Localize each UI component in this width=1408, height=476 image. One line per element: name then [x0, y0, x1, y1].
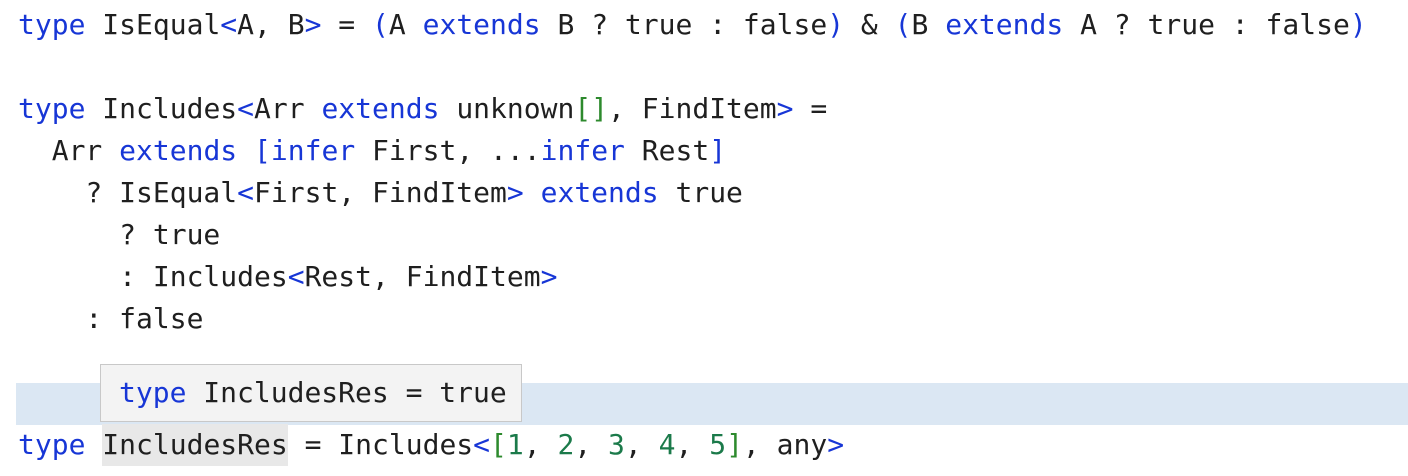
bracket-open: [ — [254, 134, 271, 167]
comma: , — [624, 428, 659, 461]
paren-open: ( — [894, 8, 912, 41]
keyword-type: type — [18, 92, 86, 125]
angle-bracket-open: < — [237, 176, 255, 209]
conditional-tail: A ? true : false — [1063, 8, 1350, 41]
identifier: : Includes — [18, 260, 288, 293]
bracket-close: ] — [726, 428, 743, 461]
keyword-infer: infer — [540, 134, 625, 167]
type-params: A, B — [237, 8, 305, 41]
type-param: , FindItem — [608, 92, 777, 125]
branch-true: ? true — [18, 218, 221, 251]
code-line-1: type IsEqual<A, B> = (A extends B ? true… — [18, 4, 1367, 46]
literal: true — [658, 176, 743, 209]
number-literal: 4 — [658, 428, 676, 461]
angle-bracket-close: > — [304, 8, 322, 41]
number-literal: 1 — [506, 428, 524, 461]
angle-bracket-close: > — [776, 92, 794, 125]
code-line-7: : false — [18, 298, 203, 340]
operand: A — [388, 8, 423, 41]
type-name: Includes — [85, 92, 238, 125]
code-editor[interactable]: type IsEqual<A, B> = (A extends B ? true… — [0, 0, 1408, 476]
keyword-type: type — [18, 428, 86, 461]
bracket-open: [ — [490, 428, 507, 461]
type-unknown: unknown — [439, 92, 575, 125]
equals: = — [793, 92, 828, 125]
comma: , — [523, 428, 558, 461]
code-line-4: ? IsEqual<First, FindItem> extends true — [18, 172, 743, 214]
keyword-extends: extends — [945, 8, 1064, 41]
identifier: Rest — [624, 134, 710, 167]
type-args: Rest, FindItem — [304, 260, 541, 293]
angle-bracket-open: < — [237, 92, 255, 125]
type-param: Arr — [254, 92, 322, 125]
branch-false: : false — [18, 302, 204, 335]
comma: , — [574, 428, 609, 461]
type-arg: , any — [742, 428, 828, 461]
angle-bracket-open: < — [473, 428, 491, 461]
hover-tooltip: type IncludesRes = true — [100, 364, 522, 422]
array-brackets: [] — [574, 92, 609, 125]
keyword-type: type — [18, 8, 86, 41]
angle-bracket-open: < — [220, 8, 238, 41]
identifier: Arr — [18, 134, 120, 167]
number-literal: 2 — [557, 428, 575, 461]
code-line-3: Arr extends [infer First, ...infer Rest] — [18, 130, 726, 172]
code-line-2: type Includes<Arr extends unknown[], Fin… — [18, 88, 827, 130]
keyword-extends: extends — [540, 176, 659, 209]
comma: , — [675, 428, 710, 461]
number-literal: 5 — [709, 428, 727, 461]
equals: = — [321, 8, 373, 41]
keyword-infer: infer — [270, 134, 356, 167]
tooltip-text: IncludesRes = true — [186, 376, 507, 409]
type-args: First, FindItem — [254, 176, 507, 209]
paren-close: ) — [827, 8, 845, 41]
code-line-5: ? true — [18, 214, 220, 256]
keyword-extends: extends — [119, 134, 238, 167]
code-line-8: type IncludesRes = Includes<[1, 2, 3, 4,… — [18, 424, 844, 466]
conditional-tail: B ? true : false — [540, 8, 828, 41]
number-literal: 3 — [608, 428, 625, 461]
intersection-operator: & — [844, 8, 895, 41]
keyword-extends: extends — [321, 92, 440, 125]
identifier: ? IsEqual — [18, 176, 238, 209]
code-line-6: : Includes<Rest, FindItem> — [18, 256, 557, 298]
angle-bracket-open: < — [287, 260, 305, 293]
paren-close: ) — [1349, 8, 1367, 41]
identifier: First, ... — [355, 134, 541, 167]
equals-call: = Includes — [287, 428, 474, 461]
angle-bracket-close: > — [540, 260, 558, 293]
paren-open: ( — [372, 8, 389, 41]
keyword-extends: extends — [422, 8, 541, 41]
hovered-identifier[interactable]: IncludesRes — [102, 424, 288, 466]
type-name: IsEqual — [85, 8, 221, 41]
angle-bracket-close: > — [506, 176, 524, 209]
operand: B — [911, 8, 946, 41]
keyword-type: type — [119, 376, 187, 409]
bracket-close: ] — [709, 134, 727, 167]
angle-bracket-close: > — [827, 428, 845, 461]
